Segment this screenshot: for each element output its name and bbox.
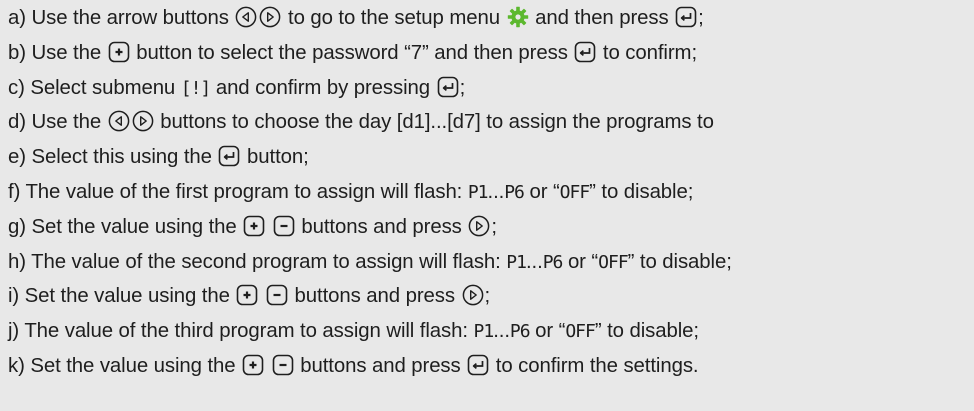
instruction-step: f) The value of the first program to ass… — [8, 178, 693, 207]
segment-display-code: P6 — [504, 182, 525, 203]
step-text: and confirm by pressing — [210, 76, 436, 99]
arrow-right-circle-icon — [259, 6, 281, 28]
segment-display-code: P6 — [509, 321, 531, 343]
step-text: button to select the password “7” and th… — [130, 41, 574, 64]
step-text: ... — [487, 181, 505, 203]
step-text: e) Select this using the — [8, 146, 218, 169]
step-text: j) The value of the third program to ass… — [8, 320, 474, 343]
step-text: or “ — [562, 250, 599, 273]
setup-gear-icon — [507, 6, 529, 28]
step-text: to confirm; — [597, 41, 698, 64]
enter-key-icon — [437, 76, 459, 98]
enter-key-icon — [574, 41, 596, 63]
arrow-left-circle-icon — [235, 6, 257, 28]
enter-key-icon — [675, 6, 697, 28]
instruction-step: a) Use the arrow buttons to go to the se… — [8, 4, 704, 32]
step-text: ; — [698, 7, 704, 29]
enter-key-icon — [218, 145, 240, 167]
step-text: ... — [493, 320, 510, 343]
minus-key-icon — [266, 284, 288, 306]
segment-display-code: [!] — [180, 77, 211, 99]
step-text: buttons and press — [295, 215, 468, 238]
instruction-step: c) Select submenu [!] and confirm by pre… — [8, 74, 465, 103]
step-text: h) The value of the second program to as… — [8, 250, 507, 273]
step-text: and then press — [529, 7, 675, 29]
step-text — [265, 355, 271, 377]
minus-key-icon — [272, 354, 294, 376]
step-text: to confirm the settings. — [490, 355, 699, 377]
step-text: d) Use the — [8, 111, 107, 134]
step-text: to go to the setup menu — [282, 7, 506, 29]
instruction-step: j) The value of the third program to ass… — [8, 317, 699, 346]
segment-display-code: OFF — [598, 251, 628, 273]
step-text: ; — [484, 285, 491, 308]
instruction-step: h) The value of the second program to as… — [8, 248, 732, 277]
enter-key-icon — [467, 354, 489, 376]
segment-display-code: P1 — [467, 182, 489, 203]
step-text: buttons to choose the day [d1]...[d7] to… — [154, 111, 714, 134]
segment-display-code: P6 — [542, 251, 564, 273]
step-text: or “ — [529, 320, 566, 343]
segment-display-code: P1 — [506, 251, 527, 273]
arrow-left-circle-icon — [108, 110, 130, 132]
plus-key-icon — [242, 354, 264, 376]
step-text — [266, 216, 272, 238]
step-text: g) Set the value using the — [8, 215, 243, 238]
instruction-step: g) Set the value using the buttons and p… — [8, 213, 497, 241]
step-text: a) Use the arrow buttons — [8, 7, 235, 29]
minus-key-icon — [273, 215, 295, 237]
arrow-right-circle-icon — [132, 110, 154, 132]
segment-display-code: P1 — [473, 321, 495, 343]
step-text: buttons and press — [288, 285, 461, 308]
step-text: ” to disable; — [589, 181, 694, 203]
step-text — [259, 285, 265, 307]
step-text: ... — [525, 250, 543, 273]
segment-display-code: OFF — [565, 321, 595, 343]
step-text: b) Use the — [8, 41, 107, 64]
arrow-right-circle-icon — [462, 284, 484, 306]
instruction-page: a) Use the arrow buttons to go to the se… — [0, 0, 974, 411]
step-text: f) The value of the first program to ass… — [8, 181, 468, 203]
step-text: i) Set the value using the — [8, 285, 236, 308]
instruction-step: b) Use the button to select the password… — [8, 39, 697, 67]
step-text: buttons and press — [294, 355, 467, 377]
step-text: ” to disable; — [627, 250, 732, 273]
step-text: or “ — [523, 181, 560, 203]
plus-key-icon — [243, 215, 265, 237]
instruction-step: k) Set the value using the buttons and p… — [8, 352, 699, 380]
plus-key-icon — [108, 41, 130, 63]
step-text: ” to disable; — [594, 320, 699, 343]
step-text: ; — [459, 76, 466, 99]
step-text: k) Set the value using the — [8, 355, 242, 377]
step-text: c) Select submenu — [8, 76, 181, 99]
instruction-step: i) Set the value using the buttons and p… — [8, 282, 490, 310]
segment-display-code: OFF — [559, 182, 590, 203]
instruction-step: e) Select this using the button; — [8, 143, 309, 171]
step-text: button; — [241, 146, 309, 169]
instruction-step: d) Use the buttons to choose the day [d1… — [8, 108, 714, 136]
step-text: ; — [491, 215, 497, 238]
arrow-right-circle-icon — [468, 215, 490, 237]
plus-key-icon — [236, 284, 258, 306]
